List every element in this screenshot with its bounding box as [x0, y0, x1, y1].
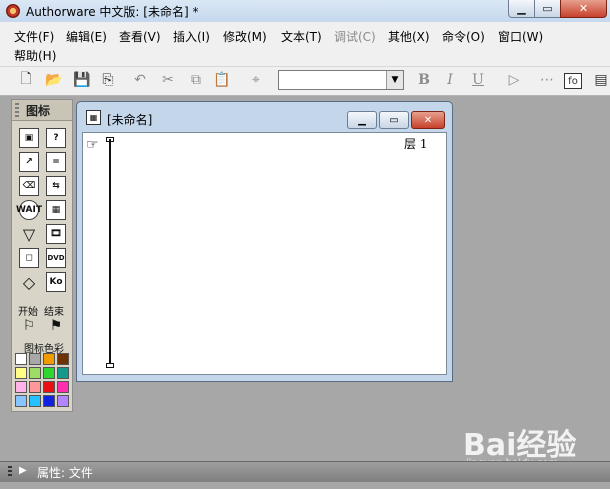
interaction-icon[interactable]: ? — [46, 128, 66, 148]
color-swatch[interactable] — [15, 395, 27, 407]
color-swatch[interactable] — [29, 395, 41, 407]
chevron-down-icon[interactable]: ▼ — [386, 71, 403, 89]
menu-file[interactable]: 文件(F) — [12, 28, 56, 45]
design-maximize-button[interactable]: ▭ — [379, 111, 409, 129]
menu-text[interactable]: 文本(T) — [279, 28, 324, 45]
color-swatch[interactable] — [29, 367, 41, 379]
color-swatch[interactable] — [43, 367, 55, 379]
menu-window[interactable]: 窗口(W) — [496, 28, 545, 45]
menu-other[interactable]: 其他(X) — [386, 28, 432, 45]
palette-header[interactable]: 图标 — [12, 100, 72, 121]
menu-modify[interactable]: 修改(M) — [221, 28, 269, 45]
grip-icon[interactable] — [15, 103, 19, 117]
variables-icon[interactable]: ▤ — [591, 70, 610, 90]
color-swatch[interactable] — [29, 353, 41, 365]
design-window-title: [未命名] — [107, 113, 153, 127]
open-folder-icon[interactable]: 📂 — [44, 70, 64, 90]
flowline-end-marker — [106, 363, 114, 368]
color-swatch[interactable] — [43, 381, 55, 393]
expand-arrow-icon[interactable]: ▶ — [19, 465, 27, 476]
color-swatch[interactable] — [57, 367, 69, 379]
italic-button[interactable]: I — [440, 70, 460, 90]
properties-bar[interactable]: ▶ 属性: 文件 — [0, 461, 610, 482]
start-flag-icon[interactable]: ⚐ — [19, 316, 39, 336]
decision-icon[interactable]: ▽ — [19, 224, 39, 244]
properties-label: 属性: 文件 — [37, 466, 93, 480]
wait-icon[interactable]: WAIT — [16, 200, 42, 220]
layer-label: 层 1 — [404, 137, 428, 151]
sound-icon[interactable]: ◇ — [19, 272, 39, 292]
design-close-button[interactable]: ✕ — [411, 111, 445, 129]
navigate-icon[interactable]: ⇆ — [46, 176, 66, 196]
underline-button[interactable]: U — [468, 70, 488, 90]
color-swatch[interactable] — [57, 395, 69, 407]
grip-icon[interactable] — [8, 466, 12, 478]
authorware-logo-icon — [6, 4, 20, 18]
copy-icon[interactable]: ⧉ — [186, 70, 206, 90]
cut-icon[interactable]: ✂ — [158, 70, 178, 90]
motion-icon[interactable]: ↗ — [19, 152, 39, 172]
palette-title: 图标 — [26, 104, 51, 118]
color-swatch[interactable] — [43, 353, 55, 365]
menu-insert[interactable]: 插入(I) — [171, 28, 212, 45]
dvd-icon[interactable]: DVD — [46, 248, 66, 268]
functions-button[interactable]: fo — [564, 73, 582, 89]
find-icon[interactable]: ⌖ — [246, 70, 266, 90]
color-swatch[interactable] — [15, 367, 27, 379]
movie-icon[interactable]: 🎞 — [46, 224, 66, 244]
menu-help[interactable]: 帮助(H) — [12, 47, 58, 64]
knowledge-object-icon[interactable]: Ko — [46, 272, 66, 292]
flowline-canvas[interactable]: ☞ 层 1 — [82, 132, 447, 375]
color-swatch[interactable] — [57, 353, 69, 365]
toolbar: 🗋 📂 💾 ⎘ ↶ ✂ ⧉ 📋 ⌖ ▼ B I U ▷ ⋯ fo ▤ — [0, 66, 610, 96]
design-window-icon: ▦ — [86, 110, 101, 125]
close-button[interactable]: ✕ — [560, 0, 607, 18]
new-file-icon[interactable]: 🗋 — [16, 70, 36, 90]
minimize-button[interactable]: ▁ — [508, 0, 535, 18]
paste-icon[interactable]: 📋 — [212, 70, 232, 90]
flowline[interactable] — [109, 139, 111, 363]
display-icon[interactable]: ▣ — [19, 128, 39, 148]
calculation-icon[interactable]: = — [46, 152, 66, 172]
menu-command[interactable]: 命令(O) — [440, 28, 487, 45]
color-swatch[interactable] — [57, 381, 69, 393]
erase-icon[interactable]: ⌫ — [19, 176, 39, 196]
menu-bar: 文件(F) 编辑(E) 查看(V) 插入(I) 修改(M) 文本(T) 调试(C… — [0, 22, 610, 66]
design-window[interactable]: ▦ [未命名] ▁ ▭ ✕ ☞ 层 1 — [76, 101, 453, 382]
color-swatch[interactable] — [15, 381, 27, 393]
map-icon[interactable]: ◻ — [19, 248, 39, 268]
color-swatch[interactable] — [29, 381, 41, 393]
design-minimize-button[interactable]: ▁ — [347, 111, 377, 129]
menu-view[interactable]: 查看(V) — [117, 28, 163, 45]
framework-icon[interactable]: ▦ — [46, 200, 66, 220]
color-swatch[interactable] — [15, 353, 27, 365]
menu-edit[interactable]: 编辑(E) — [64, 28, 109, 45]
control-panel-icon[interactable]: ⋯ — [537, 70, 557, 90]
save-all-icon[interactable]: 💾 — [72, 70, 92, 90]
import-icon[interactable]: ⎘ — [98, 70, 118, 90]
undo-icon[interactable]: ↶ — [130, 70, 150, 90]
window-title: Authorware 中文版: [未命名] * — [26, 5, 199, 19]
bold-button[interactable]: B — [414, 70, 434, 90]
end-flag-icon[interactable]: ⚑ — [46, 316, 66, 336]
run-icon[interactable]: ▷ — [504, 70, 524, 90]
title-bar[interactable]: Authorware 中文版: [未命名] * ▁ ▭ ✕ — [0, 0, 610, 22]
icon-palette: 图标 ▣ ? ↗ = ⌫ ⇆ WAIT ▦ ▽ 🎞 ◻ DVD ◇ Ko 开始 … — [11, 99, 73, 412]
color-swatch[interactable] — [43, 395, 55, 407]
menu-debug[interactable]: 调试(C) — [332, 28, 378, 45]
font-style-select[interactable]: ▼ — [278, 70, 404, 90]
paste-hand-icon: ☞ — [86, 137, 99, 153]
maximize-button[interactable]: ▭ — [534, 0, 561, 18]
